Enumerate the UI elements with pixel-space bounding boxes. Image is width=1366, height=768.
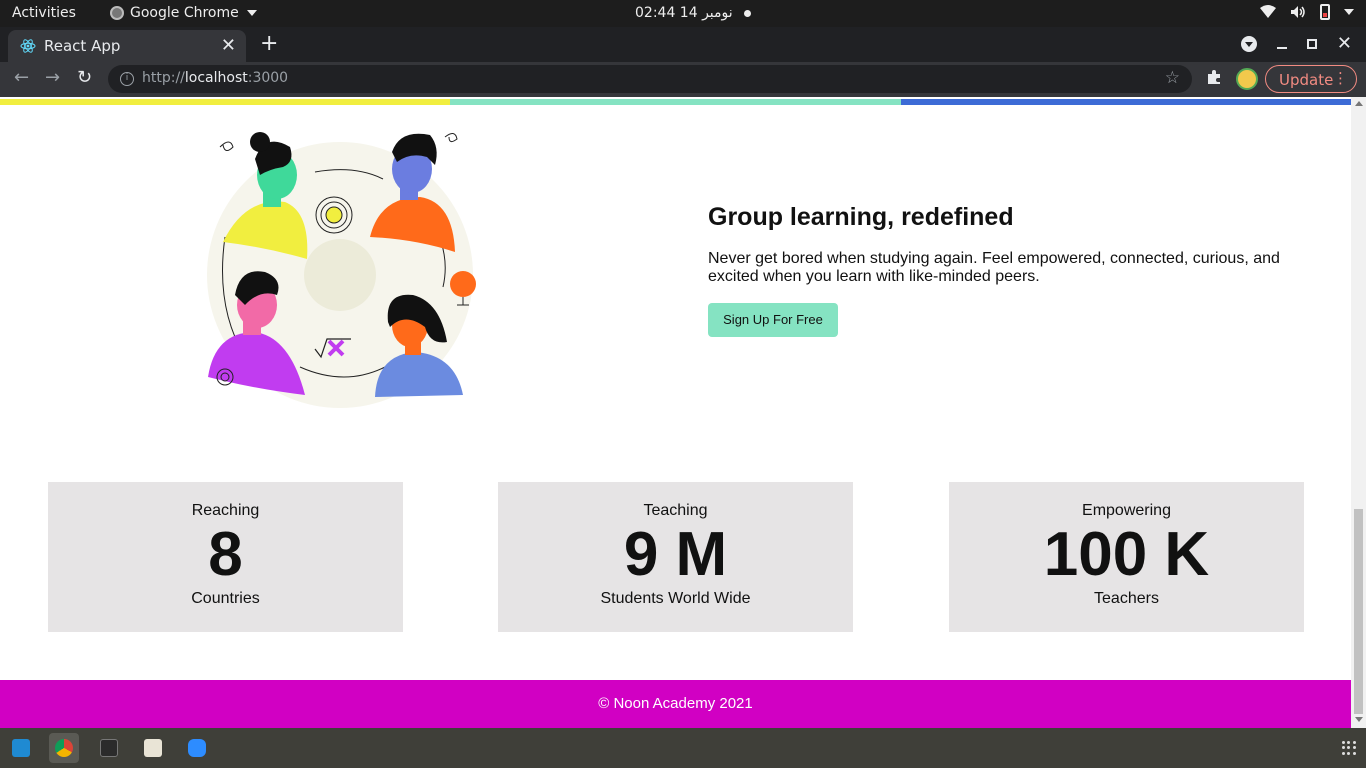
group-learning-illustration: [207, 132, 476, 408]
color-bar-yellow: [0, 99, 451, 105]
tab-search-icon[interactable]: [1240, 35, 1257, 52]
site-info-icon[interactable]: i: [120, 72, 134, 86]
show-applications-grid-icon[interactable]: [1342, 741, 1356, 755]
files-icon: [144, 739, 162, 757]
minimize-icon[interactable]: [1276, 46, 1287, 49]
stat-card-students: Teaching 9 M Students World Wide: [498, 482, 853, 632]
forward-arrow-icon[interactable]: →: [45, 67, 60, 88]
hero-title: Group learning, redefined: [708, 203, 1014, 231]
stat-card-countries: Reaching 8 Countries: [48, 482, 403, 632]
stat-label-top: Reaching: [191, 502, 260, 519]
chevron-down-icon: [1344, 9, 1354, 15]
reload-icon[interactable]: ↻: [77, 67, 92, 88]
more-menu-icon: ⋮: [1333, 69, 1348, 87]
page-viewport: Group learning, redefined Never get bore…: [0, 97, 1351, 728]
stat-label-top: Empowering: [1082, 502, 1171, 519]
browser-toolbar: ← → ↻ i http://localhost:3000 ☆ Update ⋮: [0, 62, 1366, 97]
stat-card-teachers: Empowering 100 K Teachers: [949, 482, 1304, 632]
sign-up-button[interactable]: Sign Up For Free: [708, 303, 838, 337]
color-bar-blue: [900, 99, 1351, 105]
tab-strip: React App ✕ + ✕: [0, 27, 1366, 62]
app-menu[interactable]: Google Chrome: [110, 5, 257, 21]
stat-label-bottom: Teachers: [1094, 590, 1159, 607]
color-bar-mint: [450, 99, 901, 105]
stat-label-bottom: Countries: [191, 590, 260, 607]
stat-value: 100 K: [1043, 520, 1210, 589]
vscode-icon: [12, 739, 30, 757]
terminal-icon: [100, 739, 118, 757]
chrome-icon: [55, 739, 73, 757]
dock-zoom[interactable]: [182, 733, 212, 763]
stat-value: 9 M: [623, 520, 728, 589]
top-color-bar: [0, 99, 1351, 105]
volume-icon: [1291, 6, 1305, 18]
tab-title: React App: [44, 37, 121, 55]
notification-dot-icon: [744, 10, 751, 17]
dock: [0, 728, 1366, 768]
bookmark-star-icon[interactable]: ☆: [1165, 68, 1180, 88]
battery-icon: [1320, 4, 1330, 20]
close-window-icon[interactable]: ✕: [1337, 33, 1352, 54]
dock-vscode[interactable]: [6, 733, 36, 763]
clock[interactable]: 02:44 14 نومبر: [635, 5, 733, 21]
zoom-icon: [188, 739, 206, 757]
hero-section: Group learning, redefined Never get bore…: [708, 203, 1308, 337]
scroll-down-icon[interactable]: [1355, 717, 1363, 722]
chevron-down-icon: [246, 10, 257, 16]
stat-value: 8: [208, 520, 243, 589]
profile-avatar[interactable]: [1236, 68, 1258, 90]
dock-files[interactable]: [138, 733, 168, 763]
wifi-icon: [1260, 5, 1276, 18]
hero-description: Never get bored when studying again. Fee…: [708, 250, 1280, 285]
chrome-app-icon: [110, 6, 124, 20]
scroll-up-icon[interactable]: [1355, 101, 1363, 106]
extensions-puzzle-icon[interactable]: [1206, 69, 1222, 85]
scrollbar-thumb[interactable]: [1354, 509, 1363, 714]
app-menu-label: Google Chrome: [130, 5, 239, 21]
page-scrollbar[interactable]: [1351, 97, 1366, 728]
page-footer: © Noon Academy 2021: [0, 680, 1351, 728]
update-button[interactable]: Update ⋮: [1265, 65, 1357, 93]
close-tab-icon[interactable]: ✕: [221, 35, 236, 56]
window-controls: ✕: [1240, 33, 1352, 54]
tab-react-app[interactable]: React App ✕: [8, 30, 246, 62]
dock-terminal[interactable]: [94, 733, 124, 763]
stat-label-bottom: Students World Wide: [600, 590, 751, 607]
address-bar[interactable]: i http://localhost:3000 ☆: [108, 65, 1192, 93]
react-logo-icon: [20, 39, 36, 53]
activities-button[interactable]: Activities: [12, 5, 76, 21]
new-tab-button[interactable]: +: [260, 31, 278, 56]
system-menu[interactable]: [1260, 4, 1354, 20]
url-text: http://localhost:3000: [142, 70, 289, 86]
update-label: Update: [1279, 71, 1334, 89]
system-top-bar: Activities Google Chrome 02:44 14 نومبر: [0, 0, 1366, 27]
maximize-icon[interactable]: [1306, 38, 1317, 49]
back-arrow-icon[interactable]: ←: [14, 67, 29, 88]
dock-chrome[interactable]: [49, 733, 79, 763]
stat-label-top: Teaching: [643, 502, 708, 519]
